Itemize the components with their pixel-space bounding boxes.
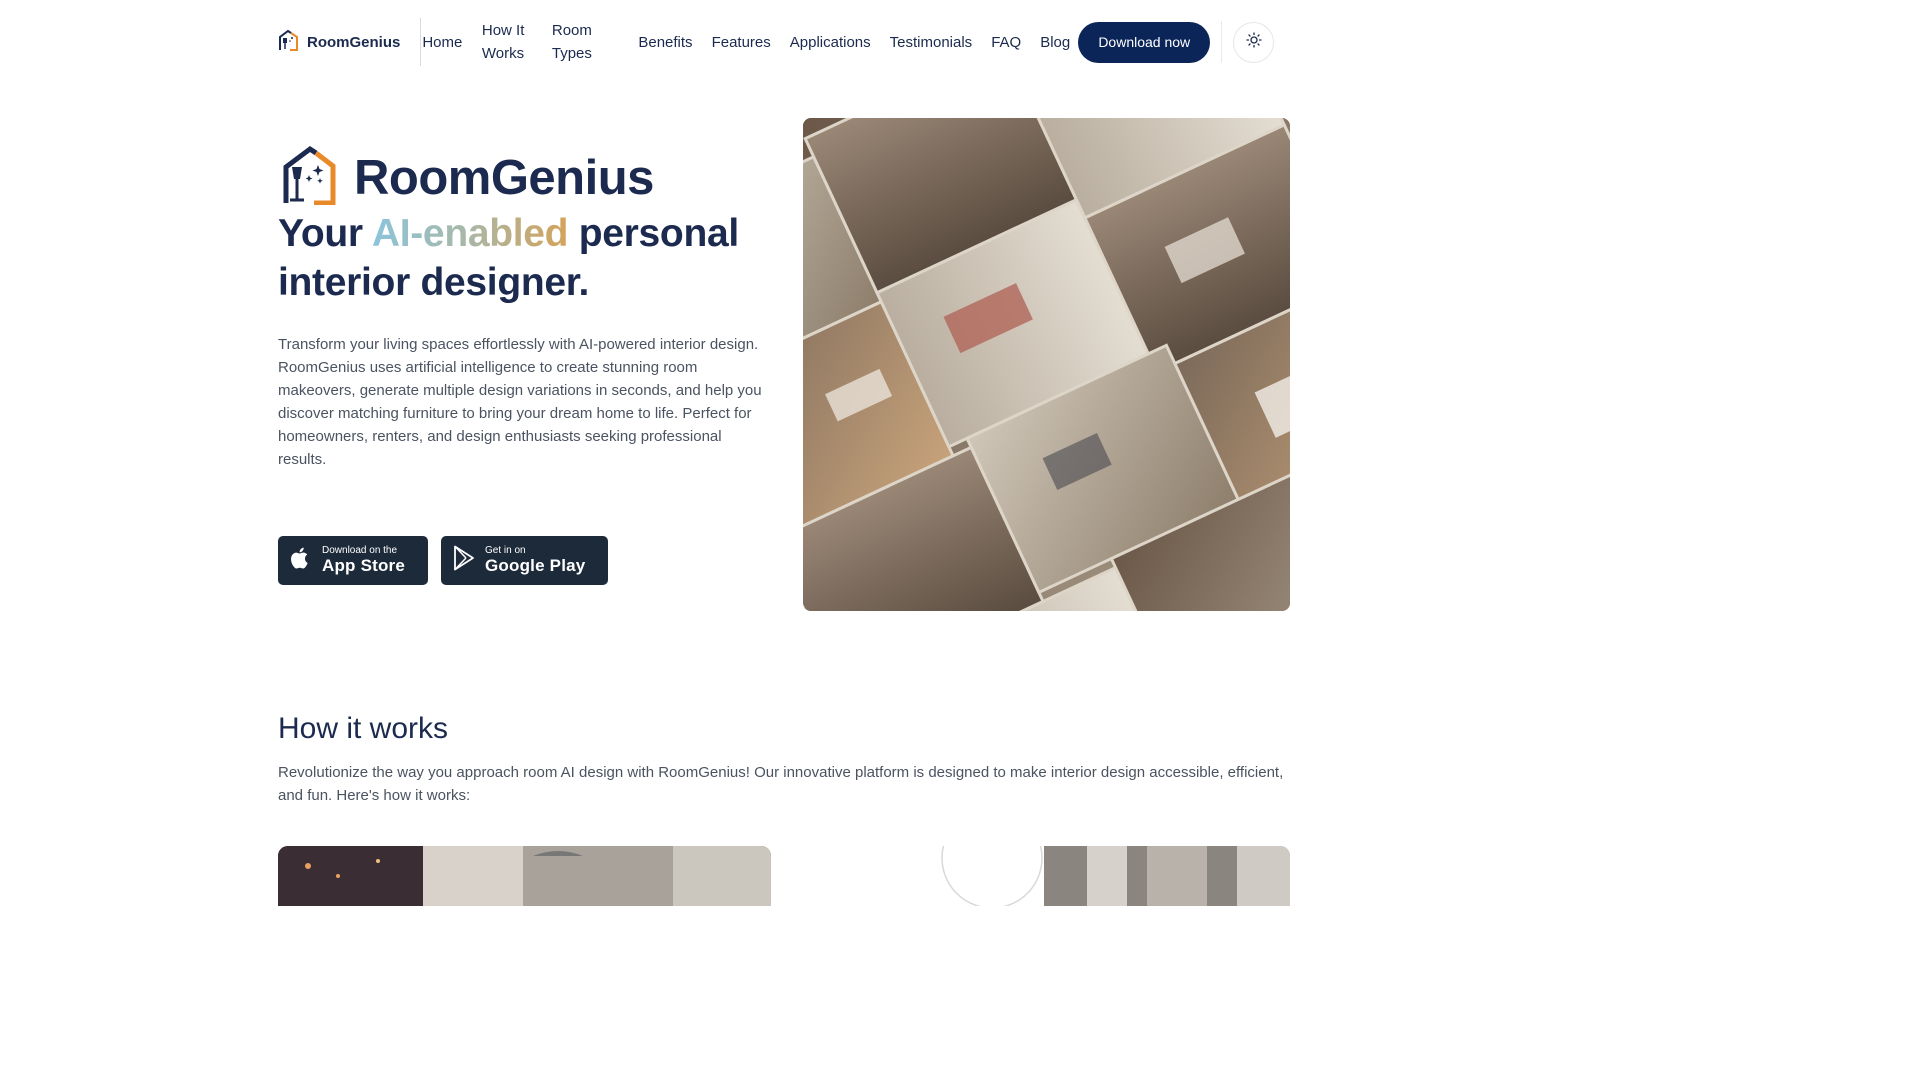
hero-brand-name: RoomGenius (354, 150, 654, 205)
how-it-works-title: How it works (278, 712, 449, 745)
nav-link-faq[interactable]: FAQ (982, 31, 1031, 54)
nav-link-blog[interactable]: Blog (1031, 31, 1075, 54)
download-now-button[interactable]: Download now (1078, 21, 1211, 63)
google-play-icon (453, 545, 475, 576)
logo-icon (280, 145, 338, 210)
nav-link-testimonials[interactable]: Testimonials (880, 31, 982, 54)
google-play-small-label: Get in on (485, 545, 526, 556)
nav-divider (1221, 21, 1223, 63)
nav-link-home[interactable]: Home (422, 31, 472, 54)
nav-brand[interactable]: RoomGenius (278, 18, 422, 66)
nav-brand-name: RoomGenius (307, 33, 401, 51)
hero-title-prefix: Your (278, 212, 372, 255)
hero-title-highlight: AI-enabled (371, 212, 569, 255)
apple-icon (290, 546, 312, 575)
nav-link-how-it-works[interactable]: How It Works (472, 19, 552, 65)
hero-brand-row: RoomGenius (280, 145, 654, 210)
app-store-button[interactable]: Download on the App Store (278, 536, 428, 585)
hero-title: Your AI-enabled personal interior design… (278, 209, 788, 307)
google-play-label: Google Play (485, 556, 586, 575)
how-it-works-description: Revolutionize the way you approach room … (278, 764, 1284, 804)
nav-link-applications[interactable]: Applications (780, 31, 880, 54)
how-it-works-card-image-1 (278, 846, 771, 906)
logo-icon (278, 29, 299, 56)
nav-link-benefits[interactable]: Benefits (629, 31, 702, 54)
nav-link-features[interactable]: Features (702, 31, 780, 54)
app-store-label: App Store (322, 556, 406, 575)
how-it-works-card-image-2 (797, 846, 1290, 906)
nav-link-room-types[interactable]: Room Types (552, 19, 629, 65)
google-play-button[interactable]: Get in on Google Play (441, 536, 608, 585)
nav-links: Home How It Works Room Types Benefits Fe… (422, 18, 1074, 66)
theme-toggle-button[interactable] (1233, 21, 1275, 63)
app-store-small-label: Download on the (322, 545, 398, 556)
sun-icon (1246, 31, 1262, 53)
hero-description: Transform your living spaces effortlessl… (278, 336, 762, 468)
top-nav: RoomGenius Home How It Works Room Types … (278, 18, 1291, 66)
hero-room-collage-image (803, 118, 1290, 611)
store-buttons: Download on the App Store Get in on Goog… (278, 536, 608, 585)
google-play-text: Get in on Google Play (485, 545, 585, 576)
app-store-text: Download on the App Store (322, 545, 405, 576)
